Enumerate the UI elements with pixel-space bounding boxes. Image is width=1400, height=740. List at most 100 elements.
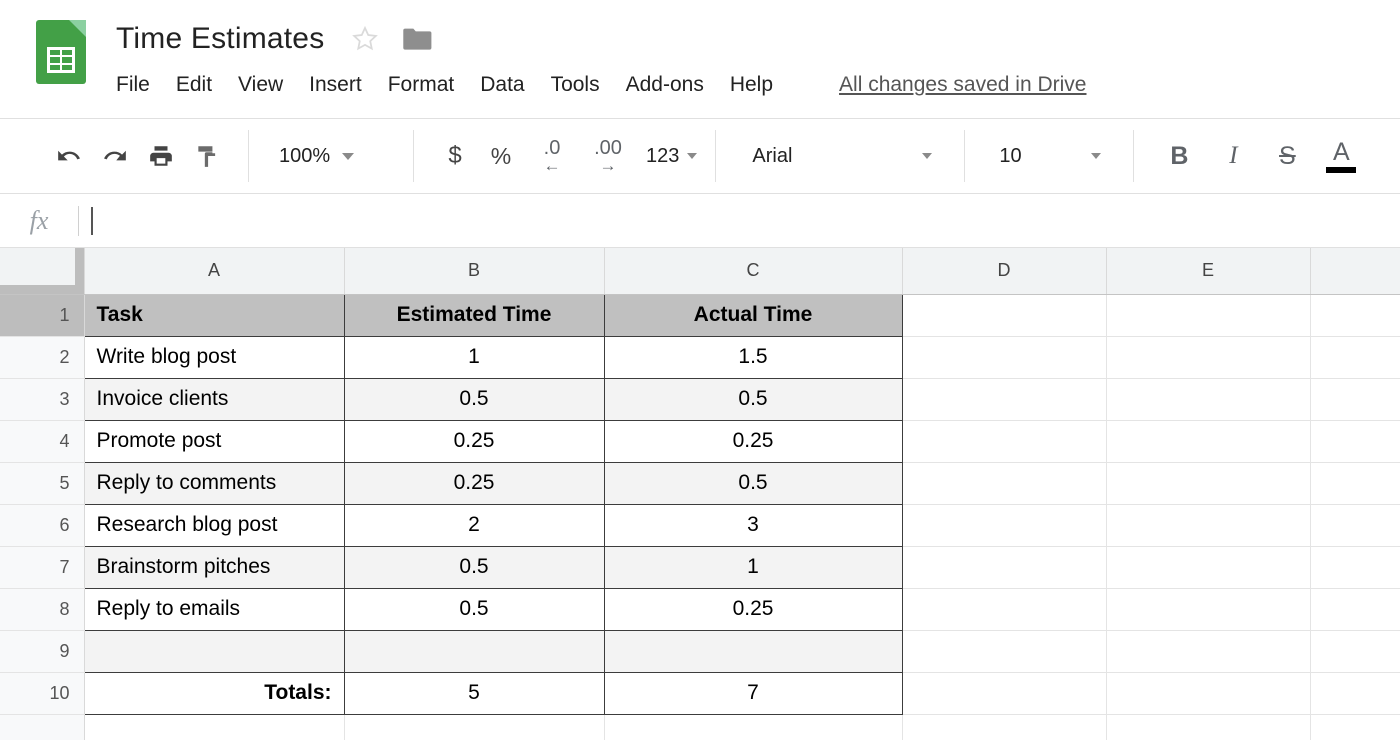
cell-empty[interactable] [902,672,1106,714]
cell-empty[interactable] [1310,336,1400,378]
cell[interactable]: Estimated Time [344,294,604,336]
save-status-link[interactable]: All changes saved in Drive [839,73,1086,97]
cell-empty[interactable] [902,588,1106,630]
print-icon[interactable] [138,133,184,179]
folder-icon[interactable] [402,27,432,51]
percent-format-button[interactable]: % [478,133,524,179]
cell-empty[interactable] [1106,420,1310,462]
cell[interactable]: 0.25 [604,588,902,630]
cell-empty[interactable] [902,714,1106,740]
cell[interactable]: 0.5 [344,546,604,588]
cell-empty[interactable] [1106,588,1310,630]
column-header-e[interactable]: E [1106,248,1310,294]
undo-icon[interactable] [46,133,92,179]
row-header-7[interactable]: 7 [0,546,84,588]
cell[interactable]: 0.25 [344,462,604,504]
cell[interactable]: Reply to comments [84,462,344,504]
cell[interactable]: 1.5 [604,336,902,378]
cell[interactable]: Reply to emails [84,588,344,630]
cell-empty[interactable] [1310,504,1400,546]
cell[interactable]: Actual Time [604,294,902,336]
formula-input[interactable] [93,194,1400,247]
cell-empty[interactable] [902,630,1106,672]
cell-empty[interactable] [902,378,1106,420]
cell-empty[interactable] [902,504,1106,546]
cell[interactable]: Task [84,294,344,336]
cell-empty[interactable] [1106,378,1310,420]
cell-empty[interactable] [1310,294,1400,336]
cell-empty[interactable] [1310,546,1400,588]
document-title[interactable]: Time Estimates [116,22,324,56]
row-header-4[interactable]: 4 [0,420,84,462]
font-size-selector[interactable]: 10 [983,145,1115,168]
cell-empty[interactable] [1310,462,1400,504]
cell-empty[interactable] [1106,546,1310,588]
column-header-c[interactable]: C [604,248,902,294]
cell[interactable]: 1 [344,336,604,378]
cell-empty[interactable] [1310,378,1400,420]
menu-item-tools[interactable]: Tools [551,71,616,99]
row-header-2[interactable]: 2 [0,336,84,378]
cell-empty[interactable] [902,336,1106,378]
cell-empty[interactable] [1106,714,1310,740]
cell[interactable]: Research blog post [84,504,344,546]
paint-format-icon[interactable] [184,133,230,179]
zoom-selector[interactable]: 100% [267,145,395,168]
cell[interactable]: 0.25 [344,420,604,462]
bold-button[interactable]: B [1152,142,1206,171]
menu-item-help[interactable]: Help [730,71,789,99]
cell-empty[interactable] [902,462,1106,504]
cell[interactable]: 0.5 [344,378,604,420]
menu-item-addons[interactable]: Add-ons [626,71,720,99]
menu-item-file[interactable]: File [116,71,166,99]
row-header-3[interactable]: 3 [0,378,84,420]
cell[interactable]: Promote post [84,420,344,462]
column-header-d[interactable]: D [902,248,1106,294]
cell-empty[interactable] [1310,630,1400,672]
cell-empty[interactable] [1106,504,1310,546]
select-all-corner[interactable] [0,248,84,294]
cell[interactable]: Totals: [84,672,344,714]
cell-empty[interactable] [902,294,1106,336]
cell[interactable]: Write blog post [84,336,344,378]
menu-item-edit[interactable]: Edit [176,71,228,99]
increase-decimal-button[interactable]: .00 → [580,139,636,174]
italic-button[interactable]: I [1206,142,1260,170]
cell[interactable]: 0.5 [604,462,902,504]
decrease-decimal-button[interactable]: .0 ← [524,139,580,174]
cell-empty[interactable] [902,546,1106,588]
cell[interactable]: Invoice clients [84,378,344,420]
menu-item-format[interactable]: Format [388,71,471,99]
cell[interactable]: 1 [604,546,902,588]
column-header-a[interactable]: A [84,248,344,294]
redo-icon[interactable] [92,133,138,179]
cell-empty[interactable] [1310,588,1400,630]
cell[interactable] [604,630,902,672]
cell-empty[interactable] [1106,294,1310,336]
cell-empty[interactable] [1106,630,1310,672]
menu-item-view[interactable]: View [238,71,299,99]
menu-item-insert[interactable]: Insert [309,71,378,99]
cell-empty[interactable] [1310,672,1400,714]
cell[interactable]: 5 [344,672,604,714]
cell-empty[interactable] [1310,714,1400,740]
cell-empty[interactable] [84,714,344,740]
cell-empty[interactable] [1310,420,1400,462]
cell[interactable]: Brainstorm pitches [84,546,344,588]
cell-empty[interactable] [604,714,902,740]
cell-empty[interactable] [1106,336,1310,378]
menu-item-data[interactable]: Data [480,71,540,99]
number-format-selector[interactable]: 123 [646,145,697,168]
cell[interactable]: 0.5 [604,378,902,420]
cell-empty[interactable] [902,420,1106,462]
cell-empty[interactable] [1106,672,1310,714]
cell[interactable] [84,630,344,672]
row-header-11[interactable] [0,714,84,740]
font-family-selector[interactable]: Arial [734,145,946,168]
currency-format-button[interactable]: $ [432,133,478,179]
row-header-1[interactable]: 1 [0,294,84,336]
cell-empty[interactable] [344,714,604,740]
row-header-5[interactable]: 5 [0,462,84,504]
column-header-b[interactable]: B [344,248,604,294]
row-header-8[interactable]: 8 [0,588,84,630]
